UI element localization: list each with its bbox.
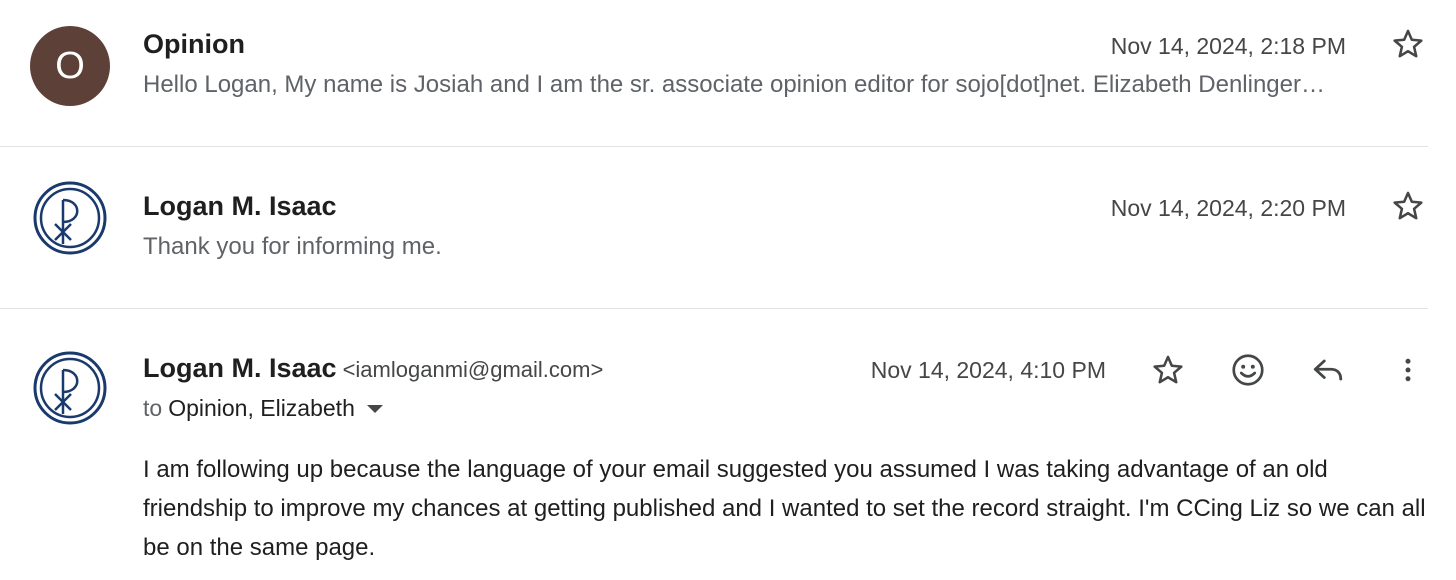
avatar[interactable] — [30, 348, 110, 428]
recipients-line: to Opinion, Elizabeth — [143, 395, 383, 422]
divider — [0, 146, 1428, 147]
avatar[interactable]: O — [30, 26, 110, 106]
star-icon — [1153, 355, 1183, 384]
emoji-icon — [1232, 354, 1264, 386]
star-icon — [1393, 191, 1423, 220]
sender-name[interactable]: Logan M. Isaac — [143, 353, 337, 383]
star-button[interactable] — [1384, 182, 1432, 230]
sender-email: <iamloganmi@gmail.com> — [342, 357, 604, 382]
chi-rho-logo-icon — [33, 351, 107, 425]
star-icon — [1393, 29, 1423, 58]
recipient-names: Opinion, Elizabeth — [168, 395, 355, 421]
reply-button[interactable] — [1304, 346, 1352, 394]
sender-header: Logan M. Isaac <iamloganmi@gmail.com> — [143, 353, 603, 384]
reply-icon — [1313, 359, 1343, 381]
expanded-message-logan: Logan M. Isaac <iamloganmi@gmail.com> Nov… — [0, 310, 1456, 580]
more-options-button[interactable] — [1384, 346, 1432, 394]
message-body: I am following up because the language o… — [143, 456, 1426, 561]
message-snippet: Thank you for informing me. — [143, 233, 442, 260]
sender-name: Opinion — [143, 29, 245, 59]
message-date: Nov 14, 2024, 2:18 PM — [1110, 33, 1346, 59]
star-button[interactable] — [1384, 20, 1432, 68]
more-vert-icon — [1405, 358, 1411, 382]
chi-rho-logo-icon — [33, 181, 107, 255]
message-date: Nov 14, 2024, 4:10 PM — [870, 357, 1106, 383]
collapsed-message-logan[interactable]: Logan M. Isaac Nov 14, 2024, 2:20 PM Tha… — [0, 148, 1456, 308]
sender-name: Logan M. Isaac — [143, 191, 337, 221]
divider — [0, 308, 1428, 309]
chevron-down-icon[interactable] — [366, 404, 383, 413]
collapsed-message-opinion[interactable]: O Opinion Nov 14, 2024, 2:18 PM Hello Lo… — [0, 0, 1456, 146]
avatar[interactable] — [30, 178, 110, 258]
message-date: Nov 14, 2024, 2:20 PM — [1110, 195, 1346, 221]
add-reaction-button[interactable] — [1224, 346, 1272, 394]
to-label: to — [143, 395, 163, 421]
email-thread: O Opinion Nov 14, 2024, 2:18 PM Hello Lo… — [0, 0, 1456, 580]
message-snippet: Hello Logan, My name is Josiah and I am … — [143, 71, 1325, 98]
star-button[interactable] — [1144, 346, 1192, 394]
